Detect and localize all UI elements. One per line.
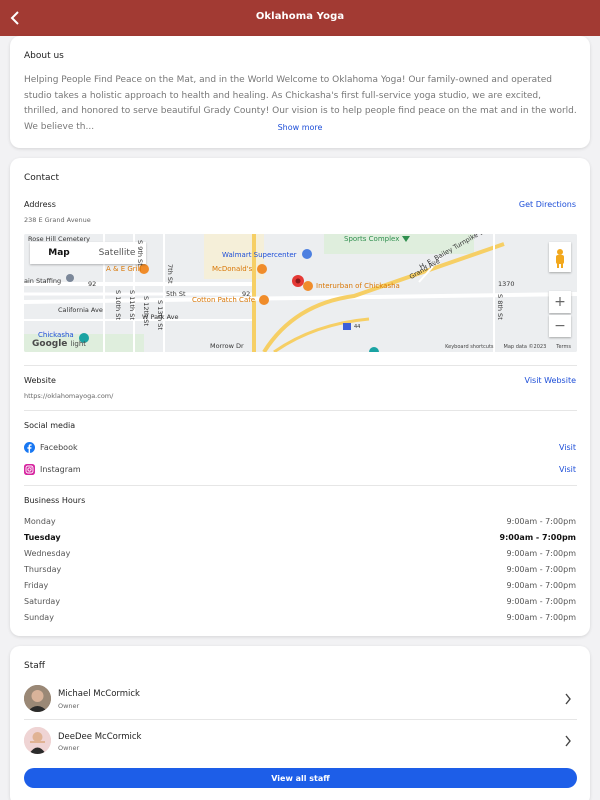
map-label-sports-complex: Sports Complex: [344, 235, 400, 243]
hours-time: 9:00am - 7:00pm: [506, 517, 576, 526]
divider: [24, 485, 577, 486]
hours-time: 9:00am - 7:00pm: [506, 613, 576, 622]
terms-link[interactable]: Terms: [556, 344, 571, 350]
staff-name: Michael McCormick: [58, 689, 140, 699]
route-1370-badge: 1370: [498, 280, 515, 288]
hours-day-today: Tuesday: [24, 533, 61, 542]
route-92-badge-b: 92: [242, 290, 251, 298]
show-more-link[interactable]: Show more: [10, 123, 590, 132]
instagram-icon: [24, 464, 35, 475]
hours-day: Wednesday: [24, 549, 71, 558]
map-label-chickasha: Chickasha: [38, 331, 74, 339]
map-view[interactable]: Map Satellite Sports Complex Walmart Sup…: [24, 234, 577, 352]
divider: [24, 410, 577, 411]
get-directions-link[interactable]: Get Directions: [519, 200, 576, 209]
map-label-staffing: ain Staffing: [24, 277, 62, 285]
visit-website-link[interactable]: Visit Website: [525, 376, 576, 385]
business-hours-label: Business Hours: [24, 496, 86, 505]
map-label-s9th: S 9th St: [136, 240, 144, 266]
about-card: About us Helping People Find Peace on th…: [10, 36, 590, 148]
about-title: About us: [24, 51, 64, 61]
facebook-visit-link[interactable]: Visit: [559, 443, 576, 452]
map-label-rose-hill: Rose Hill Cemetery: [28, 235, 90, 243]
map-label-7th: 7th St: [166, 264, 174, 284]
zoom-out-button[interactable]: −: [549, 315, 571, 337]
avatar: [24, 727, 51, 754]
map-type-tabs: Map Satellite: [30, 242, 146, 264]
top-bar: Oklahoma Yoga: [0, 0, 600, 36]
website-url: https://oklahomayoga.com/: [24, 392, 114, 400]
google-logo: Google light: [32, 339, 87, 349]
staff-card: Staff Michael McCormick Owner DeeDee McC…: [10, 646, 590, 800]
hours-day: Saturday: [24, 597, 61, 606]
map-label-s12th: S 12th St: [142, 296, 150, 326]
map-data-text: Map data ©2023: [503, 344, 547, 350]
view-all-staff-button[interactable]: View all staff: [24, 768, 577, 788]
staff-name: DeeDee McCormick: [58, 732, 142, 742]
map-label-mcdonalds: McDonald's: [212, 265, 253, 273]
map-label-s8th: S 8th St: [496, 294, 504, 320]
hours-day: Friday: [24, 581, 49, 590]
address-label: Address: [24, 200, 56, 209]
map-label-s10th: S 10th St: [114, 290, 122, 320]
divider: [24, 719, 577, 720]
route-92-badge-a: 92: [88, 280, 97, 288]
map-label-walmart: Walmart Supercenter: [222, 251, 297, 259]
map-label-morrow: Morrow Dr: [210, 342, 244, 350]
address-value: 238 E Grand Avenue: [24, 216, 91, 224]
page-title: Oklahoma Yoga: [255, 11, 345, 22]
contact-title: Contact: [24, 173, 60, 183]
map-label-s11th: S 11th St: [128, 290, 136, 320]
hours-time: 9:00am - 7:00pm: [506, 565, 576, 574]
map-label-5th-st: 5th St: [166, 290, 186, 298]
hours-day: Monday: [24, 517, 56, 526]
avatar-image: [24, 727, 51, 754]
staff-title: Staff: [24, 661, 45, 671]
map-tab-map[interactable]: Map: [30, 242, 88, 264]
map-label-interurban: Interurban of Chickasha: [316, 282, 400, 290]
hours-day: Thursday: [24, 565, 62, 574]
chevron-right-icon[interactable]: [564, 735, 572, 747]
facebook-label: Facebook: [40, 443, 78, 452]
instagram-label: Instagram: [40, 465, 81, 474]
map-label-california: California Ave: [58, 306, 103, 314]
interstate-badge: 44: [354, 324, 361, 330]
map-label-s13th: S 13th St: [156, 300, 164, 330]
hours-time: 9:00am - 7:00pm: [506, 549, 576, 558]
avatar-image: [24, 685, 51, 712]
staff-role: Owner: [58, 702, 80, 710]
website-label: Website: [24, 376, 56, 385]
social-media-label: Social media: [24, 421, 76, 430]
avatar: [24, 685, 51, 712]
hours-time-today: 9:00am - 7:00pm: [499, 533, 576, 542]
instagram-visit-link[interactable]: Visit: [559, 465, 576, 474]
chevron-right-icon[interactable]: [564, 693, 572, 705]
pegman-icon: [556, 249, 564, 268]
street-view-pegman[interactable]: [549, 242, 571, 272]
map-footer: Keyboard shortcuts Map data ©2023 Terms: [445, 344, 571, 350]
zoom-in-button[interactable]: +: [549, 291, 571, 313]
hours-time: 9:00am - 7:00pm: [506, 581, 576, 590]
map-label-ae-grill: A & E Grill: [106, 265, 142, 273]
divider: [24, 365, 577, 366]
facebook-icon: [24, 442, 35, 453]
hours-time: 9:00am - 7:00pm: [506, 597, 576, 606]
keyboard-shortcuts-link[interactable]: Keyboard shortcuts: [445, 344, 493, 350]
hours-day: Sunday: [24, 613, 54, 622]
staff-role: Owner: [58, 744, 80, 752]
